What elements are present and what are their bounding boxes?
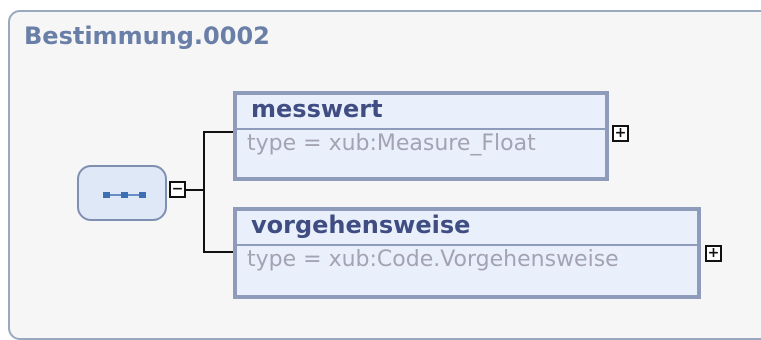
diagram-title: Bestimmung.0002 (24, 22, 270, 50)
expand-toggle-vorgehensweise[interactable]: + (705, 245, 722, 262)
connector-line (203, 131, 234, 133)
element-box-vorgehensweise[interactable]: vorgehensweise type = xub:Code.Vorgehens… (233, 207, 701, 299)
connector-line (186, 189, 204, 191)
expand-toggle-messwert[interactable]: + (612, 125, 629, 142)
sequence-icon (103, 192, 146, 198)
sequence-compositor[interactable] (77, 165, 167, 221)
element-divider (237, 244, 697, 246)
element-type: type = xub:Code.Vorgehensweise (247, 247, 619, 272)
element-type: type = xub:Measure_Float (247, 131, 536, 156)
connector-line (203, 251, 234, 253)
element-box-messwert[interactable]: messwert type = xub:Measure_Float (233, 91, 609, 181)
element-name: messwert (251, 95, 383, 123)
element-divider (237, 128, 605, 130)
element-name: vorgehensweise (251, 211, 471, 239)
collapse-toggle[interactable]: − (169, 181, 186, 198)
connector-line (203, 131, 205, 253)
